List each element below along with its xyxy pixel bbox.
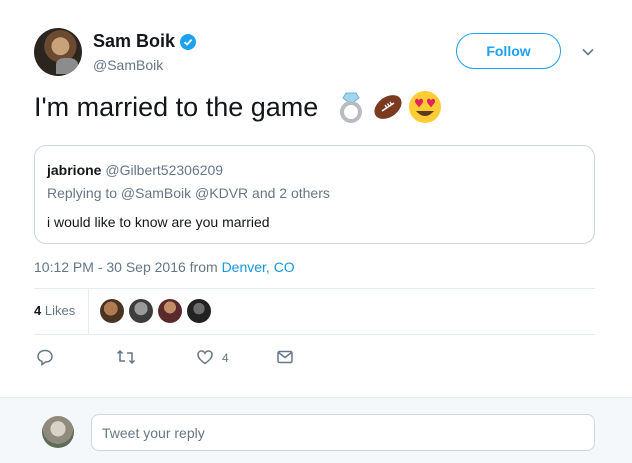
tweet-text: I'm married to the game [34,90,442,124]
liker-avatar[interactable] [129,299,153,323]
tweet-text-content: I'm married to the game [34,91,319,122]
tweet-reply-input[interactable] [91,414,595,451]
liker-avatar[interactable] [100,299,124,323]
quoted-tweet[interactable]: jabrione @Gilbert52306209 Replying to @S… [34,145,595,244]
tweet-actions: 4 [36,348,336,368]
ring-icon [334,90,368,124]
quoted-author-handle[interactable]: @Gilbert52306209 [105,162,223,178]
follow-button[interactable]: Follow [456,33,561,69]
tweet-header: Sam Boik @SamBoik Follow [34,28,604,80]
author-name[interactable]: Sam Boik [93,31,175,52]
divider [34,334,595,335]
tweet-location-link[interactable]: Denver, CO [222,259,295,275]
tweet-timestamp[interactable]: 10:12 PM - 30 Sep 2016 from [34,259,222,275]
likes-count[interactable]: 4 Likes [34,303,75,318]
reply-composer [0,397,632,463]
like-count: 4 [222,351,229,365]
chevron-down-icon[interactable] [580,44,596,60]
heart-eyes-icon [408,90,442,124]
likes-row: 4 Likes [34,288,595,334]
likes-label: Likes [41,303,76,318]
current-user-avatar[interactable] [42,416,74,448]
reply-icon [36,348,54,369]
tweet-metadata: 10:12 PM - 30 Sep 2016 from Denver, CO [34,259,295,275]
quoted-author-name[interactable]: jabrione [47,162,101,178]
retweet-icon [116,348,136,369]
reply-button[interactable] [36,348,54,368]
author-avatar[interactable] [34,28,82,76]
quoted-tweet-text: i would like to know are you married [47,214,270,230]
quoted-replying-to: Replying to @SamBoik @KDVR and 2 others [47,185,330,201]
football-icon [371,90,405,124]
liker-avatar[interactable] [158,299,182,323]
liker-avatars [100,299,211,323]
like-button[interactable]: 4 [196,348,229,368]
quoted-author: jabrione @Gilbert52306209 [47,162,223,178]
author-handle[interactable]: @SamBoik [93,57,163,73]
verified-badge-icon [180,33,197,50]
retweet-button[interactable] [116,348,136,368]
heart-icon [196,348,214,369]
divider [88,288,89,334]
liker-avatar[interactable] [187,299,211,323]
direct-message-button[interactable] [276,348,294,368]
envelope-icon [276,348,294,369]
author-name-row[interactable]: Sam Boik [93,31,197,52]
